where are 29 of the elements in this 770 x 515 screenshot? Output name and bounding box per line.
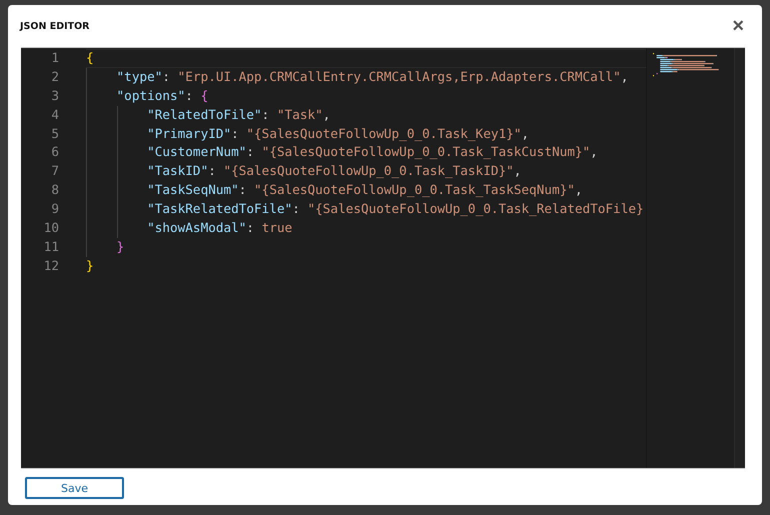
code-line: } [86, 256, 94, 275]
code-line: "PrimaryID": "{SalesQuoteFollowUp_0_0.Task_Key1}", [147, 124, 530, 143]
line-number: 9 [51, 201, 59, 216]
line-number: 10 [44, 220, 59, 236]
code-line: "showAsModal": true [147, 219, 292, 238]
code-line: } [116, 238, 124, 256]
code-line: "TaskRelatedToFile": "{SalesQuoteFollowUp_0_0.Task_RelatedToFile} [147, 200, 644, 218]
code-editor[interactable] [21, 47, 745, 469]
line-number: 6 [51, 144, 59, 160]
line-number: 11 [44, 238, 59, 254]
code-line: "RelatedToFile": "Task", [147, 106, 330, 124]
code-line: "type": "Erp.UI.App.CRMCallEntry.CRMCallArgs,Erp.Adapters.CRMCall", [116, 68, 628, 86]
line-number: 1 [51, 50, 59, 65]
save-button[interactable]: Save [25, 477, 124, 499]
close-button[interactable]: × [728, 16, 748, 36]
line-number: 2 [51, 68, 59, 84]
line-number: 4 [51, 106, 59, 122]
dialog-title: JSON EDITOR [20, 20, 90, 32]
scrollbar[interactable] [734, 48, 745, 468]
code-line: "options": { [116, 86, 208, 105]
line-number: 12 [44, 258, 59, 273]
line-number: 7 [51, 163, 59, 178]
code-line: "TaskSeqNum": "{SalesQuoteFollowUp_0_0.Task_TaskSeqNum}", [147, 181, 583, 200]
code-line: { [86, 50, 94, 67]
line-number: 8 [51, 182, 59, 198]
code-line: "TaskID": "{SalesQuoteFollowUp_0_0.Task_TaskID}", [147, 162, 522, 180]
line-number: 5 [51, 126, 59, 141]
code-line: "CustomerNum": "{SalesQuoteFollowUp_0_0.Task_TaskCustNum}", [147, 143, 598, 162]
line-number: 3 [51, 88, 59, 103]
